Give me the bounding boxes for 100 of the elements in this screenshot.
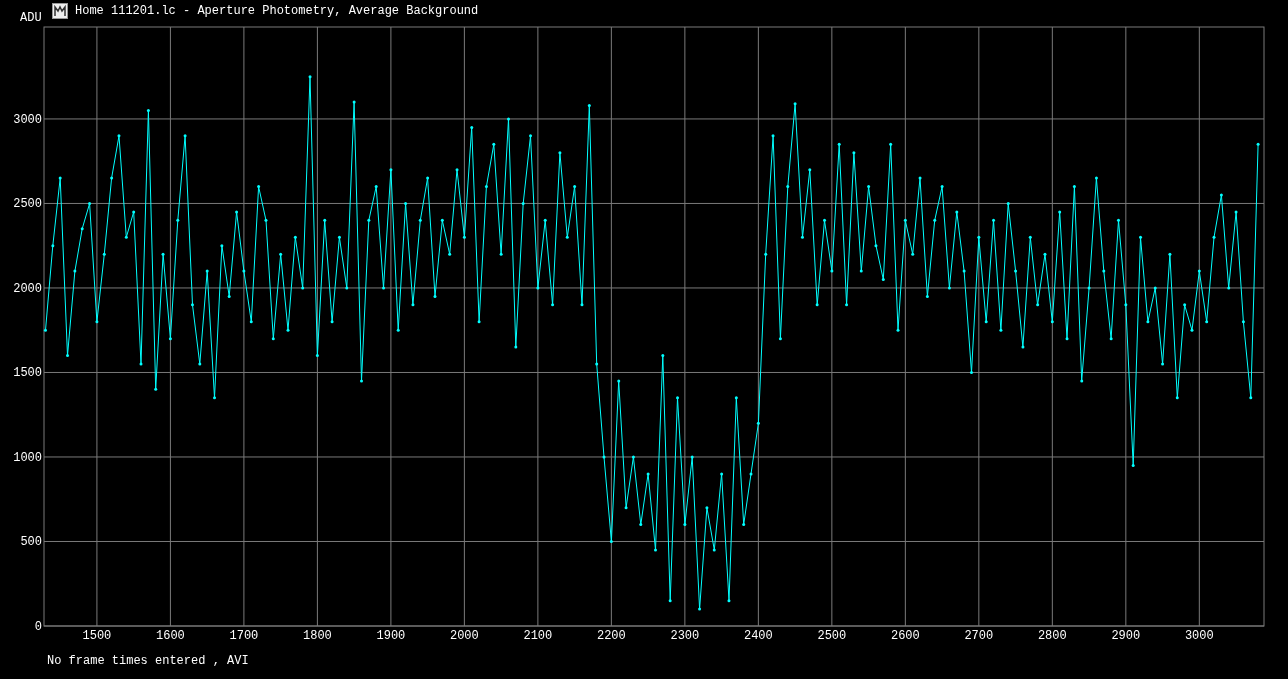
data-point	[742, 523, 746, 527]
data-point	[235, 210, 239, 214]
y-tick-label: 1500	[13, 366, 42, 381]
data-point	[337, 235, 341, 239]
data-point	[426, 176, 430, 180]
data-point	[800, 235, 804, 239]
y-tick-label: 500	[20, 535, 42, 550]
data-point	[749, 472, 753, 476]
data-point	[1175, 396, 1179, 400]
data-point	[529, 134, 533, 138]
data-point	[323, 218, 327, 222]
data-point	[896, 328, 900, 332]
data-point	[639, 523, 643, 527]
x-tick-label: 2600	[890, 629, 920, 643]
x-tick-label: 2500	[817, 629, 847, 643]
data-point	[507, 117, 510, 121]
data-point	[1036, 303, 1040, 307]
data-point	[102, 252, 106, 256]
x-tick-label: 1500	[82, 629, 112, 643]
data-point	[154, 387, 158, 391]
data-point	[933, 218, 937, 222]
data-point	[867, 185, 871, 189]
data-point	[58, 176, 62, 180]
data-point	[227, 294, 231, 298]
data-point	[257, 185, 261, 189]
data-point	[1131, 463, 1135, 467]
data-point	[367, 218, 371, 222]
data-point	[683, 523, 687, 527]
data-point	[1080, 379, 1084, 383]
data-point	[1256, 142, 1260, 146]
data-point	[705, 506, 709, 510]
data-point	[970, 370, 973, 374]
data-point	[279, 252, 283, 256]
data-point	[859, 269, 863, 273]
data-point	[1087, 286, 1091, 290]
data-point	[411, 303, 415, 307]
data-point	[1249, 396, 1253, 400]
data-point	[1117, 218, 1120, 222]
data-point	[653, 548, 657, 552]
data-point	[110, 176, 114, 180]
data-point	[88, 201, 92, 205]
window-title: Home 111201.lc - Aperture Photometry, Average Background	[75, 4, 479, 18]
data-point	[911, 252, 915, 256]
data-point	[536, 286, 540, 290]
data-point	[477, 320, 481, 324]
x-tick-label: 1700	[229, 629, 259, 643]
data-point	[264, 218, 268, 222]
x-tick-label: 2700	[964, 629, 994, 643]
data-point	[837, 142, 841, 146]
data-point	[484, 185, 488, 189]
x-tick-label: 2900	[1111, 629, 1141, 643]
data-point	[514, 345, 518, 349]
data-point	[845, 303, 849, 307]
data-point	[161, 252, 165, 256]
x-tick-label: 2200	[596, 629, 626, 643]
data-point	[168, 337, 172, 341]
data-point	[1153, 286, 1157, 290]
data-point	[95, 320, 99, 324]
data-point	[1205, 320, 1209, 324]
x-tick-label: 2000	[450, 629, 479, 643]
data-point	[396, 328, 400, 332]
data-point	[778, 337, 782, 341]
x-tick-label: 2800	[1037, 629, 1067, 643]
y-tick-label: 0	[34, 620, 42, 634]
x-tick-label: 2100	[523, 629, 553, 643]
data-point	[249, 320, 253, 324]
data-point	[374, 185, 378, 189]
data-point	[698, 607, 702, 611]
data-point	[764, 252, 768, 256]
data-point	[624, 506, 628, 510]
data-point	[499, 252, 503, 256]
data-point	[521, 201, 525, 205]
data-point	[1021, 345, 1025, 349]
x-tick-label: 1600	[156, 629, 185, 643]
data-point	[360, 379, 363, 383]
data-point	[903, 218, 907, 222]
data-point	[176, 218, 180, 222]
data-point	[558, 151, 562, 155]
data-point	[117, 134, 121, 138]
data-point	[1146, 320, 1150, 324]
data-point	[992, 218, 996, 222]
data-point	[448, 252, 452, 256]
data-point	[308, 75, 312, 79]
data-point	[1219, 193, 1223, 197]
data-point	[183, 134, 187, 138]
data-point	[580, 303, 584, 307]
data-point	[852, 151, 856, 155]
data-point	[565, 235, 569, 239]
data-point	[345, 286, 349, 290]
x-tick-label: 1900	[376, 629, 406, 643]
data-point	[455, 168, 459, 172]
data-point	[271, 337, 275, 341]
data-point	[646, 472, 650, 476]
data-point	[1241, 320, 1245, 324]
data-point	[727, 599, 731, 603]
data-point	[1006, 201, 1010, 205]
data-point	[433, 294, 437, 298]
data-point	[661, 354, 665, 358]
data-point	[286, 328, 290, 332]
data-point	[1014, 269, 1018, 273]
